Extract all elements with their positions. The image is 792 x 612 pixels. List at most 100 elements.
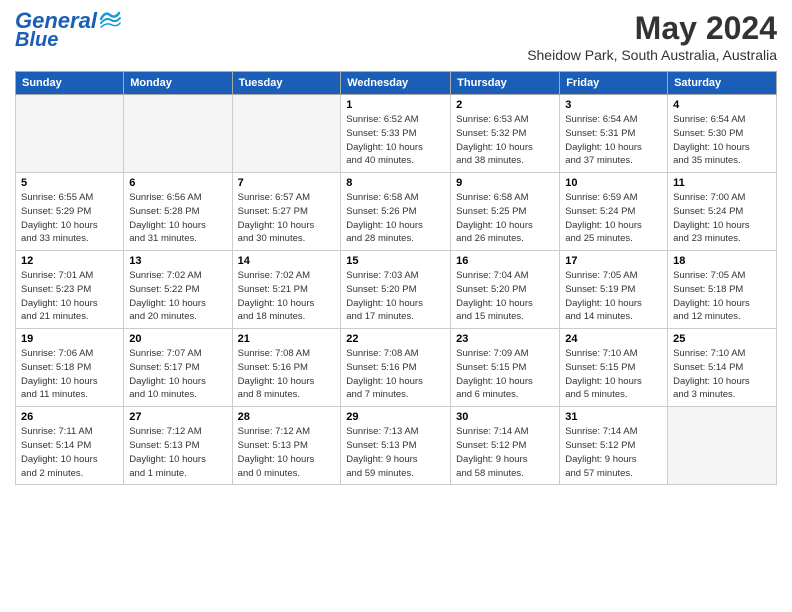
day-number: 2 xyxy=(456,99,554,111)
day-info: Sunrise: 7:12 AM Sunset: 5:13 PM Dayligh… xyxy=(129,425,226,480)
calendar-day-header: Saturday xyxy=(668,72,777,95)
day-info: Sunrise: 6:52 AM Sunset: 5:33 PM Dayligh… xyxy=(346,113,445,168)
day-info: Sunrise: 7:12 AM Sunset: 5:13 PM Dayligh… xyxy=(238,425,336,480)
calendar-day-cell: 12Sunrise: 7:01 AM Sunset: 5:23 PM Dayli… xyxy=(16,251,124,329)
calendar-day-cell: 3 Sunrise: 6:54 AM Sunset: 5:31 PM Daylig… xyxy=(560,95,668,173)
logo-blue: Blue xyxy=(15,30,58,50)
day-info: Sunrise: 7:03 AM Sunset: 5:20 PM Dayligh… xyxy=(346,269,445,324)
calendar-day-header: Wednesday xyxy=(341,72,451,95)
calendar-day-cell: 22 Sunrise: 7:08 AM Sunset: 5:16 PM Dayli… xyxy=(341,329,451,407)
day-number: 17 xyxy=(565,255,662,267)
day-info: Sunrise: 7:07 AM Sunset: 5:17 PM Dayligh… xyxy=(129,347,226,402)
day-info: Sunrise: 6:53 AM Sunset: 5:32 PM Dayligh… xyxy=(456,113,554,168)
calendar-day-cell: 14 Sunrise: 7:02 AM Sunset: 5:21 PM Dayli… xyxy=(232,251,341,329)
day-info: Sunrise: 7:10 AM Sunset: 5:15 PM Dayligh… xyxy=(565,347,662,402)
day-number: 6 xyxy=(129,177,226,189)
day-info: Sunrise: 7:11 AM Sunset: 5:14 PM Dayligh… xyxy=(21,425,118,480)
calendar-day-cell: 29 Sunrise: 7:13 AM Sunset: 5:13 PM Dayli… xyxy=(341,407,451,485)
calendar-day-cell: 25Sunrise: 7:10 AM Sunset: 5:14 PM Dayli… xyxy=(668,329,777,407)
day-number: 11 xyxy=(673,177,771,189)
calendar-day-cell: 19 Sunrise: 7:06 AM Sunset: 5:18 PM Dayli… xyxy=(16,329,124,407)
day-info: Sunrise: 7:09 AM Sunset: 5:15 PM Dayligh… xyxy=(456,347,554,402)
day-info: Sunrise: 7:14 AM Sunset: 5:12 PM Dayligh… xyxy=(456,425,554,480)
day-number: 27 xyxy=(129,411,226,423)
calendar-week-row: 5 Sunrise: 6:55 AM Sunset: 5:29 PM Daylig… xyxy=(16,173,777,251)
calendar-day-cell xyxy=(668,407,777,485)
calendar-week-row: 12Sunrise: 7:01 AM Sunset: 5:23 PM Dayli… xyxy=(16,251,777,329)
day-number: 8 xyxy=(346,177,445,189)
calendar-day-cell: 2 Sunrise: 6:53 AM Sunset: 5:32 PM Daylig… xyxy=(451,95,560,173)
day-info: Sunrise: 6:58 AM Sunset: 5:26 PM Dayligh… xyxy=(346,191,445,246)
day-info: Sunrise: 7:08 AM Sunset: 5:16 PM Dayligh… xyxy=(238,347,336,402)
day-info: Sunrise: 6:54 AM Sunset: 5:30 PM Dayligh… xyxy=(673,113,771,168)
calendar-day-header: Friday xyxy=(560,72,668,95)
day-info: Sunrise: 7:06 AM Sunset: 5:18 PM Dayligh… xyxy=(21,347,118,402)
day-number: 16 xyxy=(456,255,554,267)
month-title: May 2024 xyxy=(527,10,777,47)
calendar-day-cell: 6 Sunrise: 6:56 AM Sunset: 5:28 PM Daylig… xyxy=(124,173,232,251)
day-number: 30 xyxy=(456,411,554,423)
day-info: Sunrise: 7:08 AM Sunset: 5:16 PM Dayligh… xyxy=(346,347,445,402)
calendar-day-cell: 7 Sunrise: 6:57 AM Sunset: 5:27 PM Daylig… xyxy=(232,173,341,251)
calendar-day-cell: 26 Sunrise: 7:11 AM Sunset: 5:14 PM Dayli… xyxy=(16,407,124,485)
calendar-day-header: Tuesday xyxy=(232,72,341,95)
calendar-day-cell xyxy=(124,95,232,173)
calendar-day-cell: 21 Sunrise: 7:08 AM Sunset: 5:16 PM Dayli… xyxy=(232,329,341,407)
day-number: 18 xyxy=(673,255,771,267)
calendar-day-cell: 23 Sunrise: 7:09 AM Sunset: 5:15 PM Dayli… xyxy=(451,329,560,407)
day-number: 15 xyxy=(346,255,445,267)
logo-wave-icon xyxy=(99,9,121,29)
day-number: 23 xyxy=(456,333,554,345)
day-number: 13 xyxy=(129,255,226,267)
calendar-day-cell: 18 Sunrise: 7:05 AM Sunset: 5:18 PM Dayli… xyxy=(668,251,777,329)
day-number: 7 xyxy=(238,177,336,189)
calendar-day-cell: 5 Sunrise: 6:55 AM Sunset: 5:29 PM Daylig… xyxy=(16,173,124,251)
calendar-day-cell: 17Sunrise: 7:05 AM Sunset: 5:19 PM Dayli… xyxy=(560,251,668,329)
calendar-day-cell: 31Sunrise: 7:14 AM Sunset: 5:12 PM Dayli… xyxy=(560,407,668,485)
day-info: Sunrise: 6:58 AM Sunset: 5:25 PM Dayligh… xyxy=(456,191,554,246)
day-number: 3 xyxy=(565,99,662,111)
day-info: Sunrise: 7:04 AM Sunset: 5:20 PM Dayligh… xyxy=(456,269,554,324)
day-info: Sunrise: 7:13 AM Sunset: 5:13 PM Dayligh… xyxy=(346,425,445,480)
calendar-week-row: 1Sunrise: 6:52 AM Sunset: 5:33 PM Daylig… xyxy=(16,95,777,173)
day-info: Sunrise: 6:55 AM Sunset: 5:29 PM Dayligh… xyxy=(21,191,118,246)
calendar-day-cell: 4Sunrise: 6:54 AM Sunset: 5:30 PM Daylig… xyxy=(668,95,777,173)
day-info: Sunrise: 7:02 AM Sunset: 5:21 PM Dayligh… xyxy=(238,269,336,324)
day-number: 22 xyxy=(346,333,445,345)
day-info: Sunrise: 6:54 AM Sunset: 5:31 PM Dayligh… xyxy=(565,113,662,168)
calendar-day-cell: 20Sunrise: 7:07 AM Sunset: 5:17 PM Dayli… xyxy=(124,329,232,407)
page-container: General Blue May 2024 Sheidow Park, Sout… xyxy=(0,0,792,495)
calendar-day-cell: 9Sunrise: 6:58 AM Sunset: 5:25 PM Daylig… xyxy=(451,173,560,251)
calendar-day-cell xyxy=(232,95,341,173)
calendar-table: SundayMondayTuesdayWednesdayThursdayFrid… xyxy=(15,71,777,485)
day-number: 19 xyxy=(21,333,118,345)
calendar-day-cell: 10Sunrise: 6:59 AM Sunset: 5:24 PM Dayli… xyxy=(560,173,668,251)
calendar-day-cell: 24Sunrise: 7:10 AM Sunset: 5:15 PM Dayli… xyxy=(560,329,668,407)
day-number: 14 xyxy=(238,255,336,267)
day-number: 5 xyxy=(21,177,118,189)
calendar-day-cell: 1Sunrise: 6:52 AM Sunset: 5:33 PM Daylig… xyxy=(341,95,451,173)
day-number: 21 xyxy=(238,333,336,345)
calendar-day-cell: 15 Sunrise: 7:03 AM Sunset: 5:20 PM Dayli… xyxy=(341,251,451,329)
day-info: Sunrise: 7:05 AM Sunset: 5:18 PM Dayligh… xyxy=(673,269,771,324)
calendar-day-cell: 27 Sunrise: 7:12 AM Sunset: 5:13 PM Dayli… xyxy=(124,407,232,485)
day-info: Sunrise: 7:10 AM Sunset: 5:14 PM Dayligh… xyxy=(673,347,771,402)
day-info: Sunrise: 7:00 AM Sunset: 5:24 PM Dayligh… xyxy=(673,191,771,246)
day-number: 26 xyxy=(21,411,118,423)
day-info: Sunrise: 6:57 AM Sunset: 5:27 PM Dayligh… xyxy=(238,191,336,246)
day-number: 12 xyxy=(21,255,118,267)
calendar-day-header: Monday xyxy=(124,72,232,95)
day-number: 10 xyxy=(565,177,662,189)
calendar-day-cell: 16 Sunrise: 7:04 AM Sunset: 5:20 PM Dayli… xyxy=(451,251,560,329)
calendar-day-header: Thursday xyxy=(451,72,560,95)
calendar-week-row: 26 Sunrise: 7:11 AM Sunset: 5:14 PM Dayli… xyxy=(16,407,777,485)
header: General Blue May 2024 Sheidow Park, Sout… xyxy=(15,10,777,63)
calendar-day-cell xyxy=(16,95,124,173)
day-number: 28 xyxy=(238,411,336,423)
calendar-day-cell: 13Sunrise: 7:02 AM Sunset: 5:22 PM Dayli… xyxy=(124,251,232,329)
calendar-day-cell: 8 Sunrise: 6:58 AM Sunset: 5:26 PM Daylig… xyxy=(341,173,451,251)
calendar-day-cell: 11 Sunrise: 7:00 AM Sunset: 5:24 PM Dayli… xyxy=(668,173,777,251)
day-info: Sunrise: 6:56 AM Sunset: 5:28 PM Dayligh… xyxy=(129,191,226,246)
calendar-day-header: Sunday xyxy=(16,72,124,95)
day-number: 29 xyxy=(346,411,445,423)
